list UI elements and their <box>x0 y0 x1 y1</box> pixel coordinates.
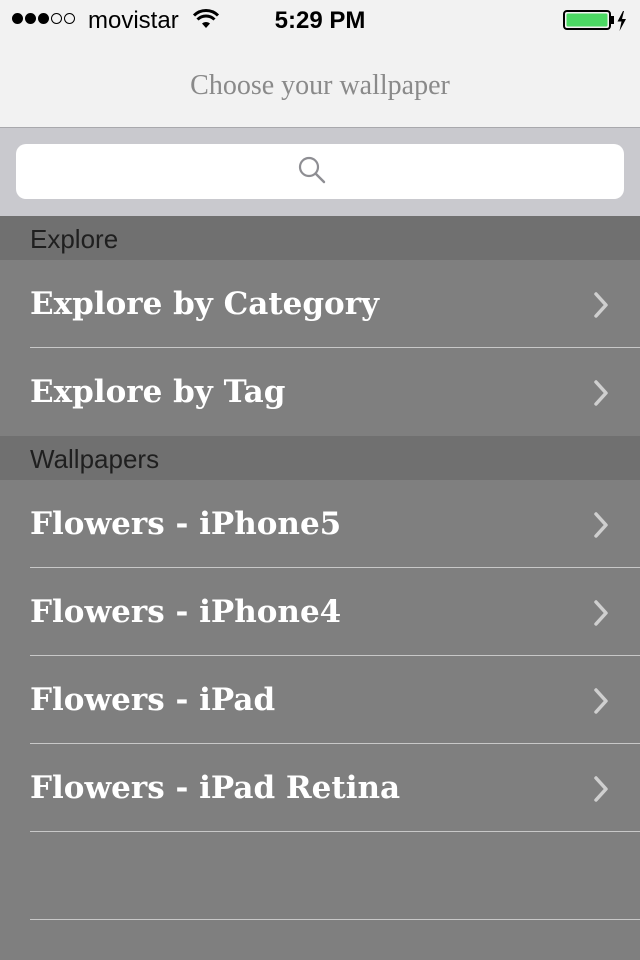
battery-icon <box>563 10 626 31</box>
chevron-right-icon <box>594 600 608 626</box>
row-separator <box>30 919 640 920</box>
row-separator <box>30 831 640 832</box>
list-item-label: Explore by Tag <box>30 374 286 410</box>
list-item-flowers-ipad-retina[interactable]: Flowers - iPad Retina <box>0 744 640 832</box>
chevron-right-icon <box>594 380 608 406</box>
list-item-flowers-iphone5[interactable]: Flowers - iPhone5 <box>0 480 640 568</box>
list-item-label: Flowers - iPad Retina <box>30 770 401 806</box>
chevron-right-icon <box>594 688 608 714</box>
page-title: Choose your wallpaper <box>190 70 450 101</box>
section-header-wallpapers: Wallpapers <box>0 436 640 480</box>
list-item-flowers-ipad[interactable]: Flowers - iPad <box>0 656 640 744</box>
clock-time: 5:29 PM <box>274 7 366 34</box>
list-item-label: Flowers - iPad <box>30 682 276 718</box>
list-item-flowers-iphone4[interactable]: Flowers - iPhone4 <box>0 568 640 656</box>
section-header-label: Wallpapers <box>30 444 160 474</box>
section-header-label: Explore <box>30 224 119 254</box>
status-bar: movistar 5:29 PM <box>0 0 640 40</box>
list-item-explore-by-tag[interactable]: Explore by Tag <box>0 348 640 436</box>
chevron-right-icon <box>594 292 608 318</box>
list-item-explore-by-category[interactable]: Explore by Category <box>0 260 640 348</box>
list-item-label: Explore by Category <box>30 286 380 322</box>
charging-bolt-icon <box>617 11 626 31</box>
chevron-right-icon <box>594 776 608 802</box>
section-header-explore: Explore <box>0 216 640 260</box>
navigation-bar: Choose your wallpaper <box>0 40 640 128</box>
search-icon <box>298 156 326 184</box>
list-item-label: Flowers - iPhone4 <box>30 594 342 630</box>
list-item-label: Flowers - iPhone5 <box>30 506 342 542</box>
chevron-right-icon <box>594 512 608 538</box>
